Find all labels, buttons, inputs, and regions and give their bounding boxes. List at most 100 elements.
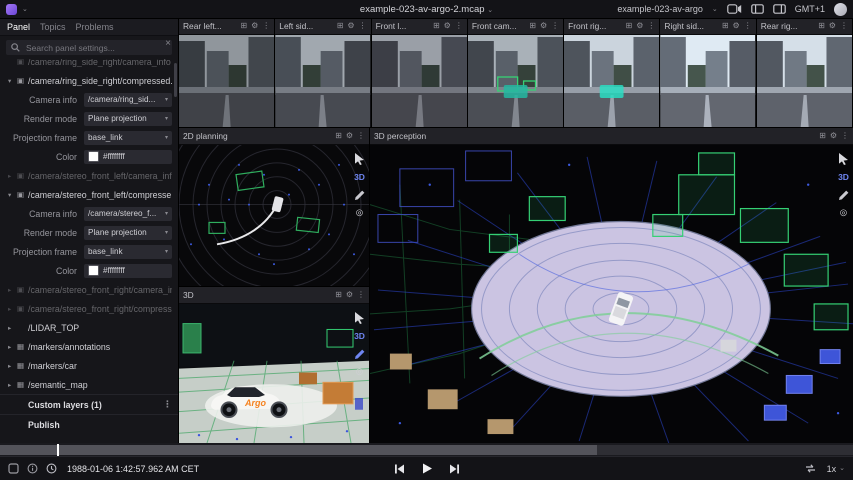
sidebar-row[interactable]: ▸ ▣ /camera/stereo_front_right/compress.… <box>0 299 178 318</box>
3d-toggle-button[interactable]: 3D <box>838 173 849 182</box>
search-input[interactable] <box>24 41 167 54</box>
pointer-tool-icon[interactable] <box>838 153 849 165</box>
value-dropdown[interactable]: base_link ▾ <box>84 244 172 259</box>
expand-arrow-icon[interactable]: ▸ <box>8 305 17 313</box>
settings-icon[interactable]: ⚙ <box>444 22 451 30</box>
value-dropdown[interactable]: /camera/stereo_f... ▾ <box>84 206 172 221</box>
sidebar-row[interactable]: Projection frame base_link ▾ <box>0 128 178 147</box>
value-dropdown[interactable]: Plane projection ▾ <box>84 225 172 240</box>
pencil-tool-icon[interactable] <box>354 349 365 359</box>
sidebar-row[interactable]: ▣ /camera/ring_side_right/camera_info ▾ <box>0 59 178 71</box>
settings-icon[interactable]: ⚙ <box>830 132 837 140</box>
more-icon[interactable]: ⋮ <box>359 22 367 30</box>
more-icon[interactable]: ⋮ <box>744 22 752 30</box>
sidebar-tab[interactable]: Problems <box>76 22 114 32</box>
timeline-playhead[interactable] <box>57 444 59 456</box>
split-icon[interactable]: ⊞ <box>722 22 729 30</box>
sidebar-row[interactable]: ▾ ▣ /camera/ring_side_right/compressed..… <box>0 71 178 90</box>
split-icon[interactable]: ⊞ <box>335 132 342 140</box>
value-dropdown[interactable]: Plane projection ▾ <box>84 111 172 126</box>
planning-view[interactable]: 3D ◎ <box>179 145 369 286</box>
play-icon[interactable] <box>420 462 433 475</box>
settings-icon[interactable]: ⚙ <box>346 132 353 140</box>
pencil-tool-icon[interactable] <box>354 190 365 200</box>
camera-image[interactable] <box>179 35 275 127</box>
sidebar-row[interactable]: ▸ ▦ /markers/annotations ▾ <box>0 337 178 356</box>
clock-icon[interactable] <box>46 463 57 474</box>
settings-icon[interactable]: ⚙ <box>251 22 258 30</box>
sidebar-row[interactable]: Render mode Plane projection ▾ <box>0 223 178 242</box>
sidebar-tab[interactable]: Panel <box>7 22 30 32</box>
expand-arrow-icon[interactable]: ▸ <box>8 381 17 389</box>
layout-name[interactable]: example-023-av-argo <box>617 4 703 14</box>
split-icon[interactable]: ⊞ <box>335 291 342 299</box>
sidebar-row[interactable]: ▸ ▦ /markers/car ▾ <box>0 356 178 375</box>
more-icon[interactable]: ⋮ <box>840 22 848 30</box>
sidebar-row[interactable]: ▸ ▣ /camera/stereo_front_right/camera_in… <box>0 280 178 299</box>
camera-image[interactable] <box>756 35 852 127</box>
split-icon[interactable]: ⊞ <box>529 22 536 30</box>
camera-image[interactable] <box>371 35 467 127</box>
row-more-icon[interactable]: ⋮ <box>163 399 172 410</box>
expand-arrow-icon[interactable]: ▾ <box>8 191 17 199</box>
3d-toggle-button[interactable]: 3D <box>354 332 365 341</box>
value-dropdown[interactable]: #ffffffff ▾ <box>84 149 172 164</box>
value-dropdown[interactable]: base_link ▾ <box>84 130 172 145</box>
value-dropdown[interactable]: #ffffffff ▾ <box>84 263 172 278</box>
timeline-track[interactable] <box>0 444 853 456</box>
sidebar-row[interactable]: Color #ffffffff ▾ <box>0 261 178 280</box>
sidebar-row[interactable]: Render mode Plane projection ▾ <box>0 109 178 128</box>
right-sidebar-toggle-icon[interactable] <box>772 4 786 14</box>
video-record-icon[interactable] <box>726 4 742 14</box>
seek-forward-icon[interactable] <box>448 463 460 475</box>
sidebar-row[interactable]: Custom layers (1) ▾ ⋮ <box>0 394 178 414</box>
sidebar-row[interactable]: ▾ ▣ /camera/stereo_front_left/compresse.… <box>0 185 178 204</box>
recenter-tool-icon[interactable]: ◎ <box>356 366 363 376</box>
more-icon[interactable]: ⋮ <box>455 22 463 30</box>
more-icon[interactable]: ⋮ <box>357 291 365 299</box>
sidebar-row[interactable]: ▸ ▦ /semantic_map ▾ <box>0 375 178 394</box>
color-swatch[interactable] <box>88 151 99 162</box>
expand-arrow-icon[interactable]: ▸ <box>8 362 17 370</box>
sidebar-row[interactable]: Camera info /camera/ring_sid... ▾ <box>0 90 178 109</box>
more-icon[interactable]: ⋮ <box>262 22 270 30</box>
layout-status-icon[interactable] <box>8 463 19 474</box>
loop-icon[interactable] <box>804 463 817 474</box>
layout-chevron-icon[interactable]: ⌄ <box>712 6 718 13</box>
sidebar-row[interactable]: ▸ /LIDAR_TOP ▾ <box>0 318 178 337</box>
sidebar-row[interactable]: Color #ffffffff ▾ <box>0 147 178 166</box>
expand-arrow-icon[interactable]: ▸ <box>8 324 17 332</box>
settings-icon[interactable]: ⚙ <box>733 22 740 30</box>
sidebar-tab[interactable]: Topics <box>40 22 66 32</box>
color-swatch[interactable] <box>88 265 99 276</box>
more-icon[interactable]: ⋮ <box>357 132 365 140</box>
camera-image[interactable] <box>275 35 371 127</box>
split-icon[interactable]: ⊞ <box>433 22 440 30</box>
perception-view[interactable]: 3D ◎ <box>370 145 853 443</box>
recenter-tool-icon[interactable]: ◎ <box>840 207 847 217</box>
pointer-tool-icon[interactable] <box>354 312 365 324</box>
more-icon[interactable]: ⋮ <box>647 22 655 30</box>
expand-arrow-icon[interactable]: ▸ <box>8 343 17 351</box>
value-dropdown[interactable]: /camera/ring_sid... ▾ <box>84 92 172 107</box>
camera-image[interactable] <box>660 35 756 127</box>
sidebar-row[interactable]: Camera info /camera/stereo_f... ▾ <box>0 204 178 223</box>
left-sidebar-toggle-icon[interactable] <box>750 4 764 14</box>
more-icon[interactable]: ⋮ <box>551 22 559 30</box>
model-view[interactable]: Argo 3D ◎ <box>179 304 369 443</box>
recenter-tool-icon[interactable]: ◎ <box>356 207 363 217</box>
split-icon[interactable]: ⊞ <box>626 22 633 30</box>
settings-icon[interactable]: ⚙ <box>829 22 836 30</box>
expand-arrow-icon[interactable]: ▾ <box>8 77 17 85</box>
data-source-title[interactable]: example-023-av-argo-2.mcap <box>360 4 485 15</box>
sidebar-row[interactable]: Publish ▾ <box>0 414 178 434</box>
playback-speed[interactable]: 1x ⌄ <box>827 464 845 474</box>
sidebar-row[interactable]: Projection frame base_link ▾ <box>0 242 178 261</box>
account-avatar[interactable] <box>834 2 847 16</box>
split-icon[interactable]: ⊞ <box>337 22 344 30</box>
3d-toggle-button[interactable]: 3D <box>354 173 365 182</box>
pencil-tool-icon[interactable] <box>838 190 849 200</box>
camera-image[interactable] <box>467 35 564 127</box>
split-icon[interactable]: ⊞ <box>240 22 247 30</box>
info-icon[interactable] <box>27 463 38 474</box>
